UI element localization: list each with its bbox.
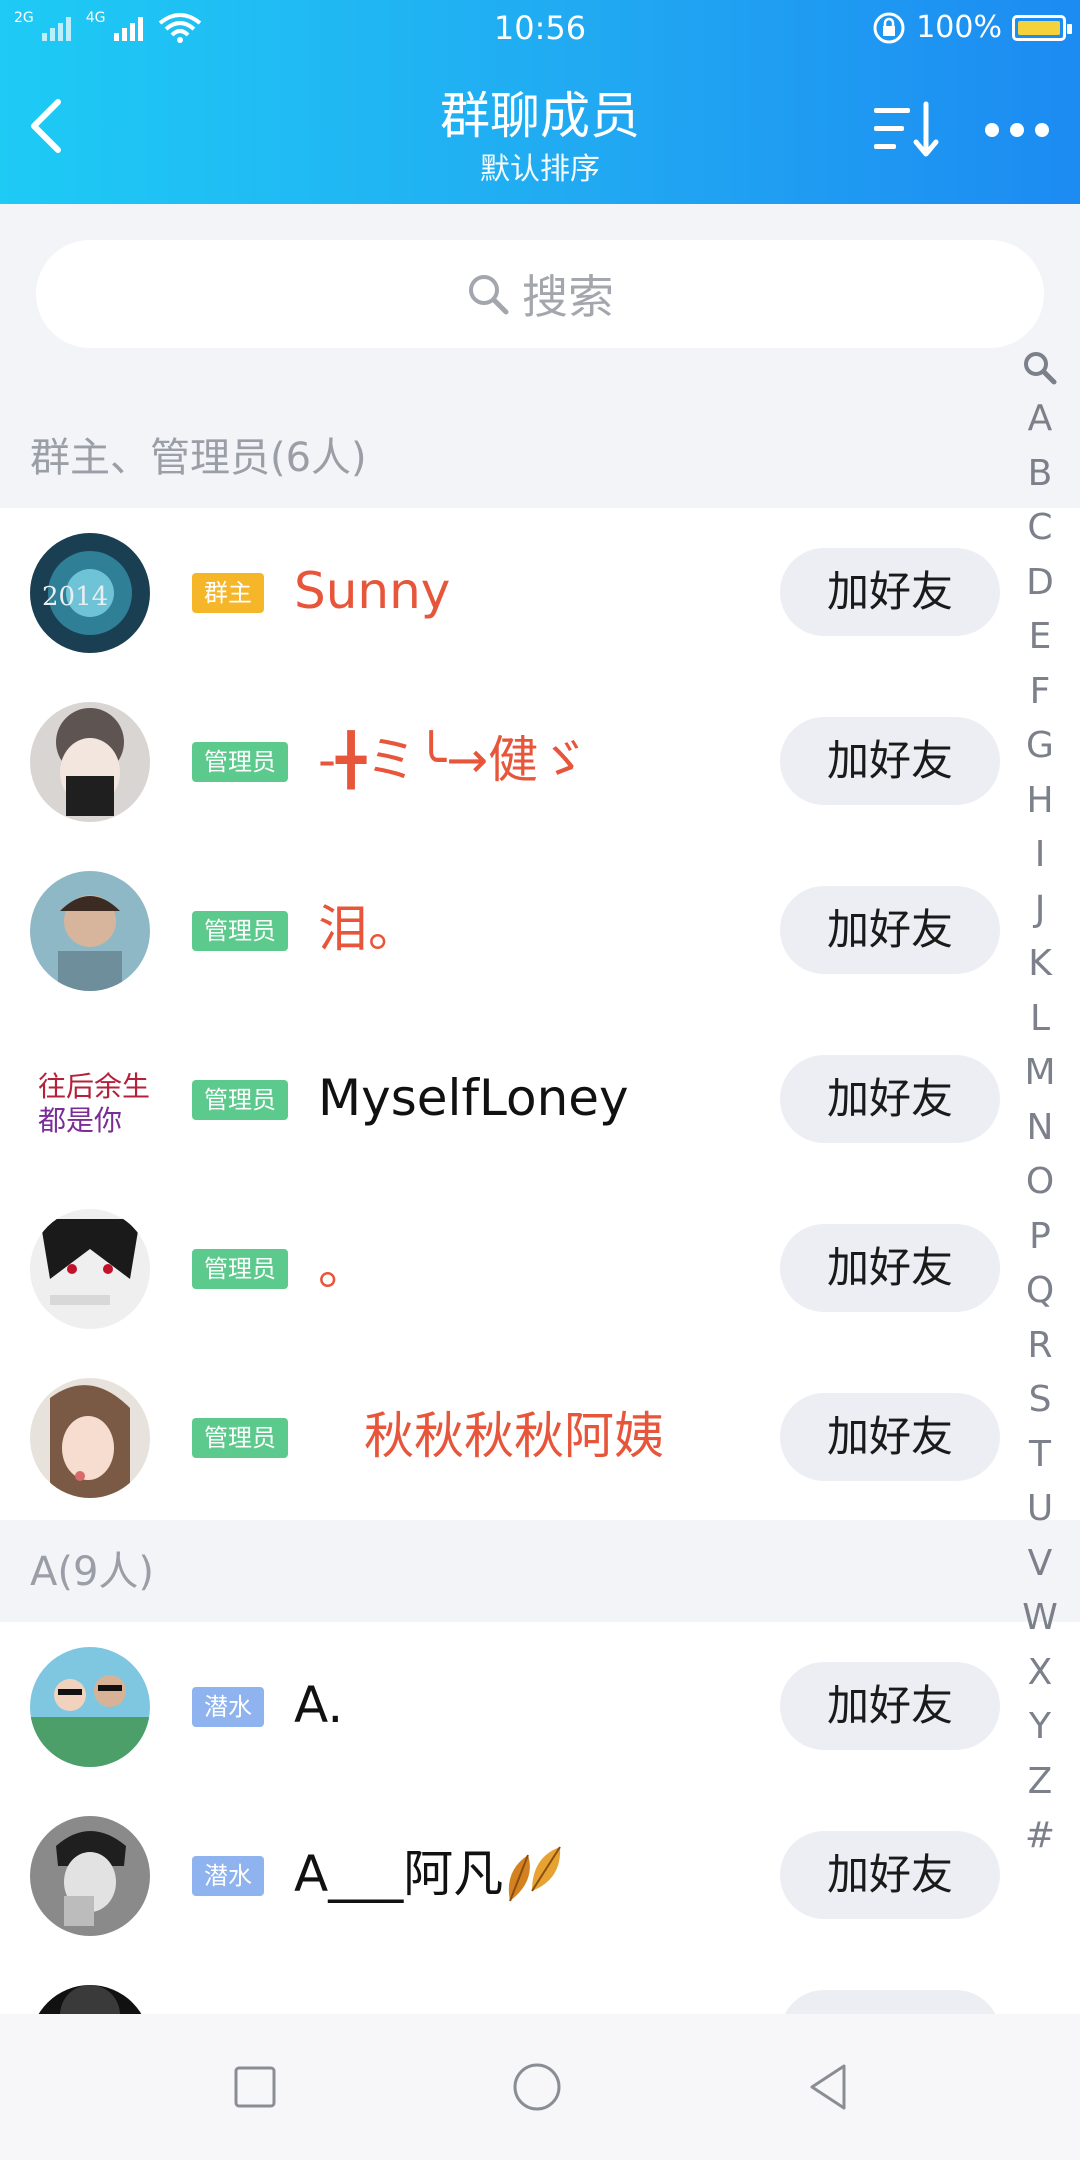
avatar: 2014 <box>30 533 150 653</box>
index-letter[interactable]: Q <box>1012 1264 1068 1319</box>
nav-bar: 群聊成员 默认排序 <box>0 56 1080 204</box>
index-letter[interactable]: J <box>1012 883 1068 938</box>
role-badge: 管理员 <box>192 742 288 782</box>
back-nav-icon[interactable] <box>804 2062 854 2112</box>
index-letter[interactable]: # <box>1012 1809 1068 1864</box>
index-letter[interactable]: M <box>1012 1046 1068 1101</box>
index-letter[interactable]: P <box>1012 1210 1068 1265</box>
search-icon <box>469 275 509 315</box>
index-letter[interactable]: U <box>1012 1482 1068 1537</box>
index-letter[interactable]: V <box>1012 1537 1068 1592</box>
sort-icon[interactable] <box>872 98 944 162</box>
status-bar: 2G 4G 10:56 100% <box>0 0 1080 56</box>
index-letter[interactable]: I <box>1012 828 1068 883</box>
member-name: A. <box>294 1676 344 1734</box>
a-list: 潜水 A. 加好友 潜水 A___阿凡 加好友 <box>0 1622 1080 2105</box>
svg-text:都是你: 都是你 <box>38 1104 122 1137</box>
member-name: 泪。 <box>318 900 418 958</box>
index-letter[interactable]: W <box>1012 1591 1068 1646</box>
index-letter[interactable]: N <box>1012 1101 1068 1156</box>
add-friend-button[interactable]: 加好友 <box>780 886 1000 974</box>
status-right: 100% <box>872 0 1072 56</box>
add-friend-button[interactable]: 加好友 <box>780 1662 1000 1750</box>
avatar <box>30 1647 150 1767</box>
leaf-icon <box>508 1846 561 1902</box>
member-name: A___阿凡 <box>294 1845 504 1903</box>
member-name: 。 <box>318 1238 368 1296</box>
add-friend-button[interactable]: 加好友 <box>780 548 1000 636</box>
index-letter[interactable]: R <box>1012 1319 1068 1374</box>
index-letter[interactable]: Y <box>1012 1700 1068 1755</box>
add-friend-button[interactable]: 加好友 <box>780 1224 1000 1312</box>
alphabet-index[interactable]: A B C D E F G H I J K L M N O P Q R S T U V W X Y Z # <box>1012 350 1068 1856</box>
member-row[interactable]: 潜水 A. 加好友 <box>0 1622 1010 1792</box>
member-row[interactable]: 管理员 秋秋秋秋阿姨 加好友 <box>0 1353 1010 1523</box>
role-badge: 群主 <box>192 573 264 613</box>
admin-list: 2014 群主 Sunny 加好友 管理员 -╋ミ╰→健ゞ 加好友 管理员 泪。… <box>0 508 1080 1520</box>
top-bar: 2G 4G 10:56 100% 群聊成员 默认排序 <box>0 0 1080 204</box>
system-navigation-bar <box>0 2014 1080 2160</box>
index-letter[interactable]: L <box>1012 992 1068 1047</box>
section-header-admins: 群主、管理员(6人) <box>0 408 1080 508</box>
member-row[interactable]: 管理员 泪。 加好友 <box>0 846 1010 1016</box>
search-placeholder: 搜索 <box>522 270 614 324</box>
avatar <box>30 1816 150 1936</box>
role-badge: 管理员 <box>192 911 288 951</box>
index-letter[interactable]: Z <box>1012 1755 1068 1810</box>
index-letter[interactable]: E <box>1012 610 1068 665</box>
rotation-lock-icon <box>873 12 905 44</box>
index-letter[interactable]: G <box>1012 719 1068 774</box>
avatar <box>30 702 150 822</box>
avatar <box>30 1209 150 1329</box>
svg-text:2014: 2014 <box>42 582 108 612</box>
member-name: MyselfLoney <box>318 1069 629 1127</box>
index-letter[interactable]: S <box>1012 1373 1068 1428</box>
battery-percent: 100% <box>916 10 1002 45</box>
battery-icon <box>1012 15 1072 41</box>
role-badge: 管理员 <box>192 1249 288 1289</box>
add-friend-button[interactable]: 加好友 <box>780 1393 1000 1481</box>
index-letter[interactable]: K <box>1012 937 1068 992</box>
member-row[interactable]: 潜水 A___阿凡 加好友 <box>0 1791 1010 1961</box>
avatar: 往后余生都是你 <box>30 1040 150 1160</box>
member-name: Sunny <box>294 562 451 620</box>
add-friend-button[interactable]: 加好友 <box>780 1831 1000 1919</box>
member-row[interactable]: 管理员 -╋ミ╰→健ゞ 加好友 <box>0 677 1010 847</box>
index-letter[interactable]: B <box>1012 447 1068 502</box>
index-letters: A B C D E F G H I J K L M N O P Q R S T U V W X Y Z # <box>1012 392 1068 1856</box>
more-icon[interactable] <box>982 118 1052 142</box>
add-friend-button[interactable]: 加好友 <box>780 717 1000 805</box>
member-row[interactable]: 2014 群主 Sunny 加好友 <box>0 508 1010 678</box>
svg-text:往后余生: 往后余生 <box>38 1070 150 1103</box>
index-letter[interactable]: F <box>1012 665 1068 720</box>
index-search-icon[interactable] <box>1022 350 1058 386</box>
index-letter[interactable]: T <box>1012 1428 1068 1483</box>
home-icon[interactable] <box>512 2062 562 2112</box>
member-name: -╋ミ╰→健ゞ <box>318 731 589 789</box>
add-friend-button[interactable]: 加好友 <box>780 1055 1000 1143</box>
index-letter[interactable]: H <box>1012 774 1068 829</box>
section-header-a: A(9人) <box>0 1522 1080 1622</box>
role-badge: 管理员 <box>192 1418 288 1458</box>
index-letter[interactable]: X <box>1012 1646 1068 1701</box>
index-letter[interactable]: A <box>1012 392 1068 447</box>
role-badge: 管理员 <box>192 1080 288 1120</box>
index-letter[interactable]: D <box>1012 556 1068 611</box>
avatar <box>30 871 150 991</box>
search-bar[interactable]: 搜索 <box>36 240 1044 348</box>
member-name: 秋秋秋秋阿姨 <box>364 1407 664 1465</box>
recent-apps-icon[interactable] <box>230 2062 280 2112</box>
index-letter[interactable]: O <box>1012 1155 1068 1210</box>
member-row[interactable]: 管理员 。 加好友 <box>0 1184 1010 1354</box>
member-row[interactable]: 往后余生 都是你 管理员 MyselfLoney 加好友 <box>0 1015 1010 1185</box>
role-badge: 潜水 <box>192 1687 264 1727</box>
avatar <box>30 1378 150 1498</box>
role-badge: 潜水 <box>192 1856 264 1896</box>
index-letter[interactable]: C <box>1012 501 1068 556</box>
